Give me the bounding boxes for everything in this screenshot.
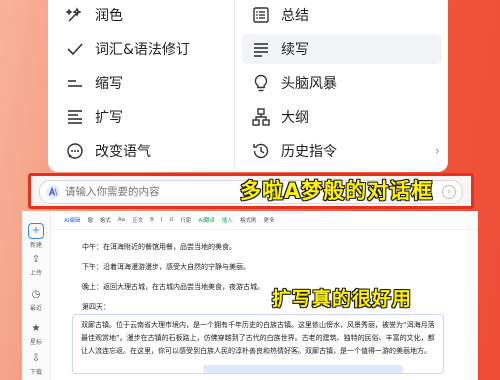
menu-item-brainstorm[interactable]: 头脑风暴 — [250, 68, 446, 98]
tool-label: 最近 — [29, 305, 42, 312]
tool-label: 星标 — [29, 339, 42, 346]
menu-item-label: 词汇&语法修订 — [95, 42, 190, 58]
toolbar-more[interactable]: 更多 — [263, 216, 274, 224]
menu-item-shorten[interactable]: 缩写 — [64, 68, 232, 98]
menu-item-history[interactable]: 历史指令 › — [250, 136, 446, 166]
expand-lines-icon — [64, 106, 86, 128]
ai-logo-icon — [46, 185, 60, 199]
menu-item-label: 缩写 — [95, 76, 123, 92]
recent-button[interactable]: ◷ 最近 — [26, 288, 46, 312]
continue-lines-icon — [250, 38, 272, 60]
overlay-caption-expand: 扩写真的很好用 — [271, 287, 413, 311]
menu-item-summary[interactable]: 总结 — [250, 0, 446, 30]
document-body[interactable]: 中午：在洱海附近的餐馆用餐，品尝当地的美食。 下午：沿着洱海漫游漫步，感受大自然… — [82, 237, 264, 317]
menu-item-label: 扩写 — [95, 110, 123, 126]
toolbar-bold[interactable]: B — [150, 217, 154, 223]
plus-icon: + — [28, 223, 44, 239]
history-clock-icon — [250, 140, 272, 162]
menu-item-label: 润色 — [95, 8, 123, 24]
menu-item-outline[interactable]: 大纲 — [250, 102, 446, 132]
checkmark-icon — [64, 38, 86, 60]
star-button[interactable]: ★ 星标 — [26, 322, 46, 346]
menu-item-label: 历史指令 — [281, 144, 337, 160]
sparkle-pen-icon — [64, 4, 86, 26]
star-icon: ★ — [31, 323, 41, 334]
new-button[interactable]: + 新建 — [26, 223, 46, 249]
upload-icon: ⇪ — [31, 254, 41, 265]
toolbar-line-spacing[interactable]: 行距 — [181, 216, 192, 224]
menu-item-label: 改变语气 — [95, 144, 151, 160]
tool-label: 新建 — [29, 242, 42, 249]
toolbar-format-painter[interactable]: 格式刷 — [240, 216, 257, 224]
menu-item-label: 续写 — [281, 42, 309, 58]
toolbar-style[interactable]: 正文 — [132, 216, 143, 224]
chevron-right-icon: › — [434, 143, 440, 159]
toolbar-ai-edit[interactable]: AI编辑 — [64, 216, 80, 224]
doc-line: 中午：在洱海附近的餐馆用餐，品尝当地的美食。 — [82, 243, 236, 251]
toolbar-ai-translate[interactable]: AI翻译 — [199, 216, 215, 224]
menu-divider — [234, 0, 235, 172]
editor-toolbar: AI编辑 撤 格式 Aa 正文 B I U 行距 AI翻译 插入 格式刷 更多 — [52, 211, 478, 230]
chat-bubble-icon — [64, 140, 86, 162]
outline-tree-icon — [250, 106, 272, 128]
download-button[interactable]: ⇩ 下载 — [26, 352, 46, 376]
menu-item-label: 头脑风暴 — [281, 76, 337, 92]
ai-command-menu: 润色 词汇&语法修订 缩写 扩写 改变语气 总结 续写 头脑风暴 大纲 历史指令… — [48, 0, 448, 172]
toolbar-format[interactable]: 格式 — [100, 216, 111, 224]
menu-item-label: 大纲 — [281, 110, 309, 126]
expanded-paragraph[interactable]: 双廊古镇。位于云南省大理市境内，是一个拥有千年历史的白族古镇。这里依山傍水，风景… — [72, 314, 444, 374]
toolbar-font-size[interactable]: Aa — [118, 217, 125, 223]
menu-item-polish[interactable]: 润色 — [64, 0, 232, 30]
shorten-lines-icon — [64, 72, 86, 94]
menu-item-continue[interactable]: 续写 — [242, 34, 442, 64]
menu-item-change-tone[interactable]: 改变语气 — [64, 136, 232, 166]
overlay-caption-dialog: 多啦A梦般的对话框 — [239, 178, 434, 204]
left-tool-sidebar: + 新建 ⇪ 上传 ◷ 最近 ★ 星标 ⇩ 下载 — [22, 211, 51, 380]
doc-line: 下午：沿着洱海漫游漫步，感受大自然的宁静与美丽。 — [82, 263, 250, 271]
toolbar-undo[interactable]: 撤 — [87, 216, 93, 224]
toolbar-insert[interactable]: 插入 — [222, 216, 233, 224]
paragraph-action-bar[interactable] — [203, 365, 403, 373]
menu-item-expand[interactable]: 扩写 — [64, 102, 232, 132]
download-icon: ⇩ — [31, 353, 41, 364]
menu-item-label: 总结 — [281, 8, 309, 24]
list-box-icon — [250, 4, 272, 26]
menu-item-grammar[interactable]: 词汇&语法修订 — [64, 34, 232, 64]
doc-line: 晚上：返回大理古城，在古城内品尝当地美食，夜游古城。 — [82, 283, 264, 291]
upload-button[interactable]: ⇪ 上传 — [26, 253, 46, 277]
clock-icon: ◷ — [31, 289, 41, 300]
lightbulb-icon — [250, 72, 272, 94]
tool-label: 下载 — [29, 369, 42, 376]
toolbar-underline[interactable]: U — [169, 217, 173, 223]
toolbar-italic[interactable]: I — [161, 217, 163, 223]
tool-label: 上传 — [29, 270, 42, 277]
paragraph-text: 双廊古镇。位于云南省大理市境内，是一个拥有千年历史的白族古镇。这里依山傍水，风景… — [81, 321, 435, 355]
send-icon[interactable]: › — [442, 185, 456, 199]
